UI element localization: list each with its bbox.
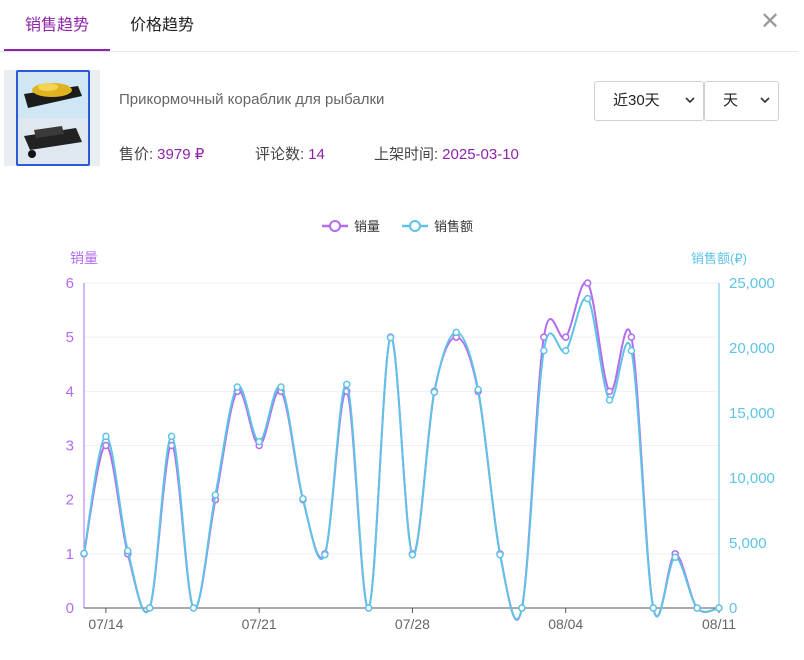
revenue-point — [255, 437, 263, 446]
y-left-tick-label: 1 — [66, 546, 74, 563]
revenue-point — [211, 491, 220, 499]
reviews-info: 评论数: 14 — [255, 143, 325, 164]
chevron-down-icon — [760, 97, 770, 104]
sales-point — [627, 333, 636, 341]
y-left-tick-label: 3 — [66, 438, 74, 455]
revenue-point — [233, 383, 242, 391]
sales-point — [561, 333, 570, 341]
sales-point — [583, 279, 592, 287]
y-left-tick-label: 0 — [66, 600, 74, 617]
revenue-point — [649, 604, 658, 612]
revenue-point — [277, 383, 285, 391]
legend-label: 销量 — [354, 219, 380, 234]
y-right-tick-label: 25,000 — [729, 275, 775, 292]
listed-info: 上架时间: 2025-03-10 — [374, 143, 519, 164]
revenue-point — [145, 604, 154, 612]
price-info: 售价: 3979 ₽ — [119, 143, 204, 164]
x-tick-label: 08/11 — [702, 616, 736, 632]
revenue-point — [605, 396, 614, 404]
revenue-point — [364, 604, 373, 612]
x-tick-label: 07/14 — [88, 616, 123, 632]
revenue-point — [452, 328, 460, 337]
close-icon[interactable]: ✕ — [758, 10, 782, 34]
revenue-point — [693, 604, 701, 612]
revenue-point — [583, 294, 592, 303]
reviews-value: 14 — [308, 146, 325, 163]
revenue-point — [671, 553, 679, 562]
revenue-point — [189, 604, 198, 612]
revenue-point — [540, 346, 548, 355]
tab-price-trend[interactable]: 价格趋势 — [114, 0, 210, 51]
legend-label: 销售额 — [434, 219, 473, 234]
range-select[interactable]: 近30天 — [594, 81, 704, 121]
product-image — [16, 70, 90, 166]
price-value: 3979 ₽ — [157, 146, 205, 163]
tab-bar: 销售趋势 价格趋势 — [0, 0, 798, 52]
y-right-tick-label: 20,000 — [729, 340, 775, 357]
product-thumbnail — [4, 70, 100, 166]
x-tick-label: 07/28 — [395, 616, 430, 632]
revenue-point — [80, 549, 88, 558]
granularity-select-value: 天 — [723, 92, 739, 109]
revenue-point — [715, 604, 723, 612]
price-label: 售价: — [119, 146, 154, 163]
revenue-point — [518, 604, 526, 612]
revenue-point — [124, 547, 132, 555]
range-select-value: 近30天 — [613, 92, 660, 109]
product-title: Прикормочный кораблик для рыбалки — [119, 91, 385, 108]
revenue-point — [408, 550, 417, 559]
listed-value: 2025-03-10 — [442, 146, 519, 163]
y-left-tick-label: 6 — [66, 275, 74, 292]
legend-swatch-marker — [329, 220, 341, 232]
revenue-point — [474, 385, 482, 394]
granularity-select[interactable]: 天 — [704, 81, 779, 121]
reviews-label: 评论数: — [255, 146, 305, 163]
series-line-revenue — [83, 296, 720, 621]
listed-label: 上架时间: — [374, 146, 439, 163]
sales-chart: 012345605,00010,00015,00020,00025,000销量销… — [66, 219, 775, 632]
revenue-point — [102, 432, 110, 441]
y-left-axis-title: 销量 — [70, 250, 98, 266]
x-tick-label: 08/04 — [548, 616, 583, 632]
y-left-tick-label: 2 — [66, 492, 74, 509]
revenue-point — [430, 388, 439, 396]
y-right-axis-title: 销售额(₽) — [691, 251, 747, 266]
y-left-tick-label: 4 — [66, 383, 74, 400]
y-right-tick-label: 15,000 — [729, 405, 775, 422]
y-right-tick-label: 10,000 — [729, 470, 775, 487]
y-right-tick-label: 5,000 — [729, 535, 767, 552]
chevron-down-icon — [685, 97, 695, 104]
revenue-point — [343, 380, 351, 389]
revenue-point — [167, 432, 176, 441]
revenue-point — [561, 346, 570, 355]
y-left-tick-label: 5 — [66, 329, 74, 346]
x-tick-label: 07/21 — [242, 616, 277, 632]
y-right-tick-label: 0 — [729, 600, 737, 617]
revenue-point — [321, 550, 329, 559]
revenue-point — [386, 333, 395, 342]
legend-swatch-marker — [409, 220, 421, 232]
revenue-point — [496, 550, 504, 559]
sales-point — [102, 441, 110, 450]
tab-sales-trend[interactable]: 销售趋势 — [4, 0, 110, 51]
revenue-point — [627, 346, 636, 355]
revenue-point — [299, 495, 307, 503]
